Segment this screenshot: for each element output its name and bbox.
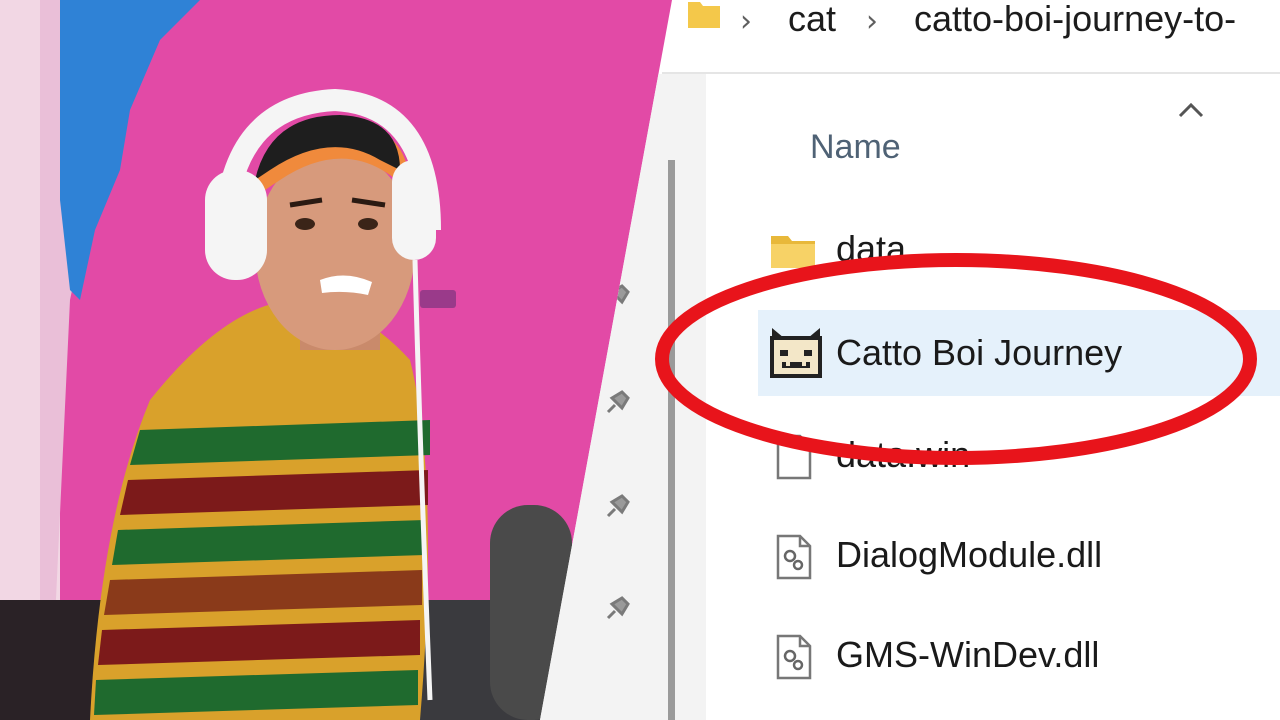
chevron-right-icon[interactable]: › [740,4,752,39]
folder-icon [771,236,815,268]
breadcrumb-current-folder[interactable]: catto-boi-journey-to- [914,0,1236,40]
cat-app-icon [770,328,822,378]
list-item-data-folder[interactable]: data [758,206,1280,292]
chevron-right-icon[interactable]: › [866,4,878,39]
list-item-catto-boi-journey[interactable]: Catto Boi Journey [758,310,1280,396]
list-item-gms-windev-dll[interactable]: GMS-WinDev.dll [758,612,1280,698]
list-item-data-win[interactable]: data.win [758,412,1280,498]
file-icon [776,434,812,480]
navigation-scrollbar[interactable] [668,160,675,720]
list-item-label: GMS-WinDev.dll [836,634,1100,675]
list-item-label: data.win [836,434,971,475]
sort-caret-icon[interactable] [1176,100,1206,120]
pin-icon[interactable] [602,388,632,418]
pin-icon[interactable] [602,594,632,624]
list-item-label: Catto Boi Journey [836,332,1123,373]
list-item-label: DialogModule.dll [836,534,1103,575]
dll-file-icon [776,534,812,580]
list-item-label: data [836,228,907,269]
folder-icon [688,2,720,28]
column-header-name[interactable]: Name [810,128,901,167]
list-item-dialogmodule-dll[interactable]: DialogModule.dll [758,512,1280,598]
dll-file-icon [776,634,812,680]
address-bar-divider [662,72,1280,74]
pin-icon[interactable] [602,492,632,522]
breadcrumb-cat[interactable]: cat [788,0,836,40]
